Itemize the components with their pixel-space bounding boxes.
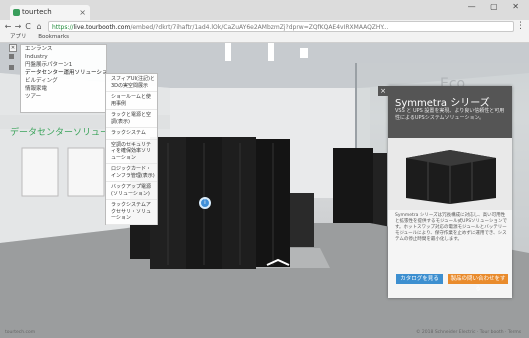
tab-title: tourtech — [22, 8, 52, 16]
menu-item[interactable]: Industry — [21, 53, 106, 61]
status-text: tourtech.com — [5, 330, 36, 335]
url-path: /embed/?dkrt/7ihaftr/1ad4.lOk/CaZuAY6e2A… — [130, 24, 389, 31]
menu-item[interactable]: エンランス — [21, 45, 106, 53]
back-button[interactable]: ← — [3, 21, 13, 32]
submenu-item[interactable]: ショールームと使用事例 — [106, 92, 157, 110]
bookmark-folder[interactable]: Bookmarks — [38, 34, 69, 40]
ceiling-light — [268, 43, 274, 61]
product-image — [388, 138, 512, 210]
bookmark-apps[interactable]: アプリ — [10, 34, 27, 40]
bookmarks-bar: アプリ Bookmarks — [0, 33, 529, 43]
browser-menu-icon[interactable]: ⋮ — [516, 21, 525, 31]
submenu-item[interactable]: ラックと電源と空調(表示) — [106, 110, 157, 128]
submenu-item[interactable]: スフィアUI(注記)と3Dの実空間展示 — [106, 74, 157, 92]
url-host: live.tourbooth.com — [73, 24, 131, 31]
info-icon[interactable] — [9, 65, 14, 70]
url-scheme: https:// — [52, 24, 74, 31]
server-rack — [222, 137, 256, 269]
home-button[interactable]: ⌂ — [34, 21, 44, 32]
submenu-item[interactable]: ロジックカード・インフラ管理(表示) — [106, 164, 157, 182]
layers-icon[interactable] — [9, 54, 14, 59]
submenu-item[interactable]: ラックシステム — [106, 128, 157, 140]
menu-item[interactable]: 円盤展示パターン1 — [21, 61, 106, 69]
info-panel-description: Symmetra シリーズは冗長構成に対応し、高い可用性と拡張性を提供するモジュ… — [395, 213, 507, 242]
submenu-item[interactable]: 空調のセキュリティを確保効率ソリューション — [106, 140, 157, 164]
sidebar-icons — [9, 54, 15, 76]
menu-item[interactable]: ビルディング — [21, 77, 106, 85]
tab-close-icon[interactable]: × — [79, 5, 86, 20]
info-panel-close-icon[interactable]: × — [378, 86, 388, 96]
inquiry-button[interactable]: 製品の問い合わせをする — [448, 274, 508, 292]
submenu-item[interactable]: バックアップ電源(ソリューション) — [106, 182, 157, 200]
menu-item[interactable]: データセンター運用ソリューション — [21, 69, 106, 77]
info-panel-subtitle: VSS と UPS 設置を実現、より良い信頼性と可用性によるUPSシステムソリュ… — [395, 108, 505, 121]
submenu-item[interactable]: ラックシステムアクセサリ・ソリューション — [106, 200, 157, 225]
address-bar[interactable]: https://live.tourbooth.com/embed/?dkrt/7… — [48, 21, 514, 32]
menu-item[interactable]: 情報家電 — [21, 85, 106, 93]
ceiling-light — [300, 48, 308, 58]
wall-poster — [67, 147, 105, 197]
floor-arrow-icon[interactable] — [266, 258, 290, 266]
copyright-text: © 2018 Schneider Electric · Tour booth ·… — [416, 330, 522, 335]
favicon-icon — [13, 9, 20, 16]
tour-submenu: スフィアUI(注記)と3Dの実空間展示 ショールームと使用事例 ラックと電源と空… — [105, 73, 158, 225]
forward-button[interactable]: → — [13, 21, 23, 32]
ups-cabinet — [290, 193, 314, 247]
browser-tab[interactable]: tourtech × — [10, 5, 90, 20]
menu-item[interactable]: ツアー — [21, 93, 106, 101]
wall-poster — [21, 147, 59, 197]
info-panel-title: Symmetra シリーズ — [395, 98, 490, 109]
reload-button[interactable]: C — [23, 21, 33, 32]
info-hotspot-icon[interactable]: i — [199, 197, 211, 209]
close-icon[interactable]: ✕ — [9, 44, 17, 52]
catalog-button[interactable]: カタログを見る — [396, 274, 443, 284]
tour-menu: エンランス Industry 円盤展示パターン1 データセンター運用ソリューショ… — [20, 44, 107, 113]
window-controls[interactable]: — ▢ ✕ — [468, 2, 525, 11]
ceiling-light — [225, 43, 231, 61]
